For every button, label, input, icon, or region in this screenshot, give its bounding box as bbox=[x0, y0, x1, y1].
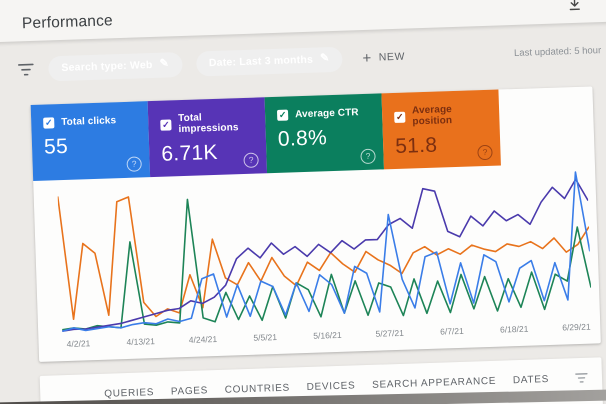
metric-tile-average-ctr[interactable]: ✓ Average CTR 0.8%? bbox=[264, 93, 384, 174]
plus-icon: + bbox=[362, 49, 373, 67]
tab-pages[interactable]: PAGES bbox=[171, 385, 209, 397]
chip-label: Date: Last 3 months bbox=[208, 53, 314, 70]
x-tick-label: 4/2/21 bbox=[66, 338, 91, 349]
help-icon[interactable]: ? bbox=[126, 156, 142, 172]
tab-dates[interactable]: DATES bbox=[513, 374, 549, 386]
tab-devices[interactable]: DEVICES bbox=[306, 380, 355, 393]
checked-checkbox-icon[interactable]: ✓ bbox=[43, 117, 55, 129]
table-filter-funnel-icon[interactable] bbox=[575, 373, 588, 383]
metric-label: Total clicks bbox=[61, 115, 117, 129]
x-tick-label: 6/7/21 bbox=[439, 325, 464, 337]
x-tick-label: 5/27/21 bbox=[375, 327, 405, 339]
checked-checkbox-icon[interactable]: ✓ bbox=[276, 109, 289, 121]
checked-checkbox-icon[interactable]: ✓ bbox=[394, 111, 406, 123]
x-tick-label: 6/18/21 bbox=[499, 323, 529, 335]
last-updated-text: Last updated: 5 hour bbox=[513, 44, 602, 59]
x-tick-label: 6/29/21 bbox=[562, 321, 591, 333]
filter-chip-date[interactable]: Date: Last 3 months ✎ bbox=[195, 46, 343, 77]
app-window: Performance Search type: Web ✎ Date: Las… bbox=[0, 0, 606, 404]
help-icon[interactable]: ? bbox=[243, 152, 259, 169]
metric-tile-average-position[interactable]: ✓ Average position 51.8? bbox=[381, 89, 501, 170]
tab-queries[interactable]: QUERIES bbox=[104, 387, 154, 400]
new-filter-button[interactable]: + NEW bbox=[362, 49, 406, 67]
chart-line-total-clicks bbox=[57, 172, 591, 332]
help-icon[interactable]: ? bbox=[477, 144, 493, 161]
metric-value: 6.71K bbox=[160, 140, 219, 166]
metric-tiles: ✓ Total clicks 55? ✓ Total impressions 6.71K?… bbox=[30, 86, 595, 182]
metric-value: 51.8 bbox=[394, 133, 438, 158]
metric-tile-total-clicks[interactable]: ✓ Total clicks 55? bbox=[30, 101, 151, 182]
x-tick-label: 5/5/21 bbox=[253, 332, 278, 343]
page-title: Performance bbox=[21, 12, 114, 33]
performance-card: ✓ Total clicks 55? ✓ Total impressions 6.71K?… bbox=[30, 86, 601, 362]
filter-funnel-icon[interactable] bbox=[17, 62, 34, 76]
chip-label: Search type: Web bbox=[61, 58, 153, 74]
tab-countries[interactable]: COUNTRIES bbox=[225, 383, 291, 396]
x-tick-label: 4/24/21 bbox=[188, 333, 218, 345]
metric-tile-total-impressions[interactable]: ✓ Total impressions 6.71K? bbox=[147, 97, 268, 178]
pencil-icon: ✎ bbox=[159, 56, 170, 70]
help-icon[interactable]: ? bbox=[360, 148, 376, 165]
metric-label: Total impressions bbox=[178, 112, 239, 136]
chart-line-total-impressions bbox=[58, 179, 592, 331]
performance-chart[interactable] bbox=[57, 169, 592, 336]
metric-value: 0.8% bbox=[277, 126, 328, 151]
metric-value: 55 bbox=[43, 134, 69, 159]
chart-canvas bbox=[57, 169, 592, 336]
filter-chip-search-type[interactable]: Search type: Web ✎ bbox=[48, 51, 183, 81]
screenshot-frame: Performance Search type: Web ✎ Date: Las… bbox=[0, 0, 606, 404]
tab-search-appearance[interactable]: SEARCH APPEARANCE bbox=[372, 376, 496, 391]
metric-label: Average position bbox=[411, 104, 453, 128]
x-tick-label: 5/16/21 bbox=[313, 329, 342, 341]
export-download-icon[interactable] bbox=[567, 0, 582, 16]
x-tick-label: 4/13/21 bbox=[126, 336, 156, 347]
checked-checkbox-icon[interactable]: ✓ bbox=[160, 118, 172, 131]
pencil-icon: ✎ bbox=[319, 51, 330, 64]
metric-label: Average CTR bbox=[294, 107, 359, 121]
new-filter-label: NEW bbox=[378, 50, 406, 64]
